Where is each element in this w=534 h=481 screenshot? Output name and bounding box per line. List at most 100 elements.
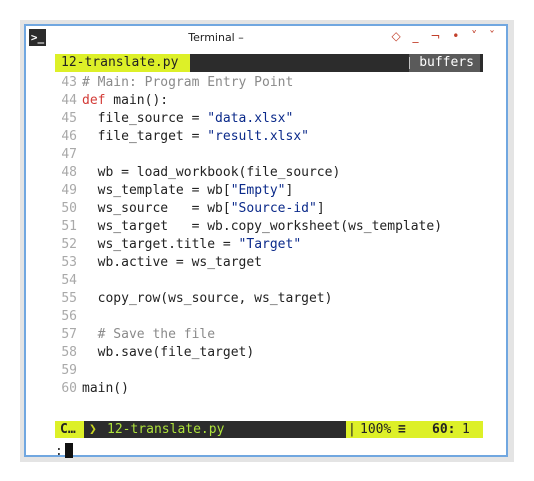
line-text: ws_target.title = "Target" bbox=[77, 236, 302, 254]
mode-indicator: C… bbox=[55, 421, 84, 438]
code-line[interactable]: 54 bbox=[55, 272, 483, 290]
code-text: ] bbox=[316, 201, 325, 216]
code-line[interactable]: 48 wb = load_workbook(file_source) bbox=[55, 164, 483, 182]
code-line[interactable]: 49 ws_template = wb["Empty"] bbox=[55, 182, 483, 200]
code-text: wb.active = ws_target bbox=[82, 255, 263, 270]
code-line[interactable]: 57 # Save the file bbox=[55, 326, 483, 344]
code-keyword: def bbox=[82, 93, 106, 108]
line-text: main() bbox=[77, 380, 129, 398]
code-line[interactable]: 46 file_target = "result.xlsx" bbox=[55, 128, 483, 146]
code-string: "Empty" bbox=[230, 183, 286, 198]
code-text: ws_template = wb[ bbox=[82, 183, 231, 198]
line-number: 46 bbox=[61, 129, 77, 144]
line-number: 47 bbox=[61, 147, 77, 162]
code-line[interactable]: 43 # Main: Program Entry Point bbox=[55, 74, 483, 92]
code-line[interactable]: 53 wb.active = ws_target bbox=[55, 254, 483, 272]
command-prompt: : bbox=[55, 444, 63, 459]
maximize-icon[interactable]: ¬ bbox=[430, 29, 443, 43]
buffers-label: buffers bbox=[409, 54, 480, 72]
line-text: def main(): bbox=[77, 92, 168, 110]
code-comment: # Main: Program Entry Point bbox=[82, 75, 294, 90]
code-text: ws_source = wb[ bbox=[82, 201, 231, 216]
dot-icon[interactable]: • bbox=[452, 29, 462, 43]
line-number: 53 bbox=[61, 255, 77, 270]
code-line[interactable]: 60 main() bbox=[55, 380, 483, 398]
code-text: wb.save(file_target) bbox=[82, 345, 255, 360]
line-text: wb.save(file_target) bbox=[77, 344, 255, 362]
line-number: 60 bbox=[61, 381, 77, 396]
tab-bar: 12-translate.py buffers bbox=[55, 54, 483, 72]
code-text: file_target = bbox=[82, 129, 208, 144]
line-number: 51 bbox=[61, 219, 77, 234]
buffers-text: buffers bbox=[419, 55, 474, 70]
tab-active-file[interactable]: 12-translate.py bbox=[55, 54, 191, 72]
line-text: wb = load_workbook(file_source) bbox=[77, 164, 341, 182]
line-text: # Save the file bbox=[77, 326, 215, 344]
code-string: "Source-id" bbox=[230, 201, 317, 216]
cursor bbox=[64, 443, 73, 458]
column-position: 1 bbox=[462, 422, 470, 437]
line-number: 49 bbox=[61, 183, 77, 198]
line-number: 54 bbox=[61, 273, 77, 288]
buffers-separator bbox=[409, 57, 414, 69]
line-number: 48 bbox=[61, 165, 77, 180]
code-comment: # Save the file bbox=[82, 327, 216, 342]
line-text: # Main: Program Entry Point bbox=[77, 74, 293, 92]
line-number: 52 bbox=[61, 237, 77, 252]
window-title: Terminal – bbox=[188, 31, 244, 44]
line-text: ws_source = wb["Source-id"] bbox=[77, 200, 325, 218]
code-line[interactable]: 47 bbox=[55, 146, 483, 164]
code-area[interactable]: 43 # Main: Program Entry Point 44 def main(… bbox=[55, 74, 483, 398]
code-text: main() bbox=[82, 381, 129, 396]
code-text: main(): bbox=[105, 93, 169, 108]
line-position: 60: bbox=[432, 422, 456, 437]
code-string: "Target" bbox=[238, 237, 302, 252]
code-text: copy_row(ws_source, ws_target) bbox=[82, 291, 333, 306]
line-number: 45 bbox=[61, 111, 77, 126]
line-text: copy_row(ws_source, ws_target) bbox=[77, 290, 333, 308]
code-line[interactable]: 56 bbox=[55, 308, 483, 326]
close-icon[interactable]: ˇ bbox=[489, 29, 498, 43]
terminal-window: >_ Terminal – ◇ _ ¬ • ˅ ˇ 12-translate.p… bbox=[24, 24, 508, 459]
code-line[interactable]: 45 file_source = "data.xlsx" bbox=[55, 110, 483, 128]
code-line[interactable]: 58 wb.save(file_target) bbox=[55, 344, 483, 362]
line-text: file_target = "result.xlsx" bbox=[77, 128, 309, 146]
line-number: 57 bbox=[61, 327, 77, 342]
minimize-icon[interactable]: _ bbox=[413, 29, 422, 43]
title-bar[interactable]: >_ Terminal – ◇ _ ¬ • ˅ ˇ bbox=[26, 26, 506, 52]
position-block: | 100% ≡ 60: 1 bbox=[346, 421, 483, 438]
code-line[interactable]: 44 def main(): bbox=[55, 92, 483, 110]
zoom-level: 100% bbox=[360, 422, 392, 437]
line-text: ws_template = wb["Empty"] bbox=[77, 182, 294, 200]
line-text: ws_target = wb.copy_worksheet(ws_templat… bbox=[77, 218, 442, 236]
code-text: ws_target.title = bbox=[82, 237, 239, 252]
line-number: 44 bbox=[61, 93, 77, 108]
line-number: 56 bbox=[61, 309, 77, 324]
code-line[interactable]: 59 bbox=[55, 362, 483, 380]
code-text: ] bbox=[285, 183, 294, 198]
pipe-separator: | bbox=[348, 422, 356, 437]
code-line[interactable]: 50 ws_source = wb["Source-id"] bbox=[55, 200, 483, 218]
code-string: "result.xlsx" bbox=[207, 129, 309, 144]
line-number: 58 bbox=[61, 345, 77, 360]
code-text: ws_target = wb.copy_worksheet(ws_templat… bbox=[82, 219, 443, 234]
command-line[interactable]: : bbox=[55, 443, 73, 460]
line-number: 59 bbox=[61, 363, 77, 378]
line-number: 50 bbox=[61, 201, 77, 216]
code-text: wb = load_workbook(file_source) bbox=[82, 165, 341, 180]
line-number: 43 bbox=[61, 75, 77, 90]
line-number: 55 bbox=[61, 291, 77, 306]
equals-icon: ≡ bbox=[398, 422, 406, 437]
code-string: "data.xlsx" bbox=[207, 111, 294, 126]
code-line[interactable]: 52 ws_target.title = "Target" bbox=[55, 236, 483, 254]
vim-editor[interactable]: 12-translate.py buffers 43 # Main: Progra… bbox=[55, 54, 483, 459]
code-text: file_source = bbox=[82, 111, 208, 126]
status-bar: C… ❯ 12-translate.py ❮ | 100% ≡ 60: 1 bbox=[55, 421, 483, 438]
sticky-icon[interactable]: ◇ bbox=[391, 29, 403, 43]
code-line[interactable]: 55 copy_row(ws_source, ws_target) bbox=[55, 290, 483, 308]
line-text: wb.active = ws_target bbox=[77, 254, 262, 272]
line-text: file_source = "data.xlsx" bbox=[77, 110, 294, 128]
code-line[interactable]: 51 ws_target = wb.copy_worksheet(ws_temp… bbox=[55, 218, 483, 236]
shade-icon[interactable]: ˅ bbox=[471, 29, 480, 43]
window-controls: ◇ _ ¬ • ˅ ˇ bbox=[389, 29, 498, 43]
